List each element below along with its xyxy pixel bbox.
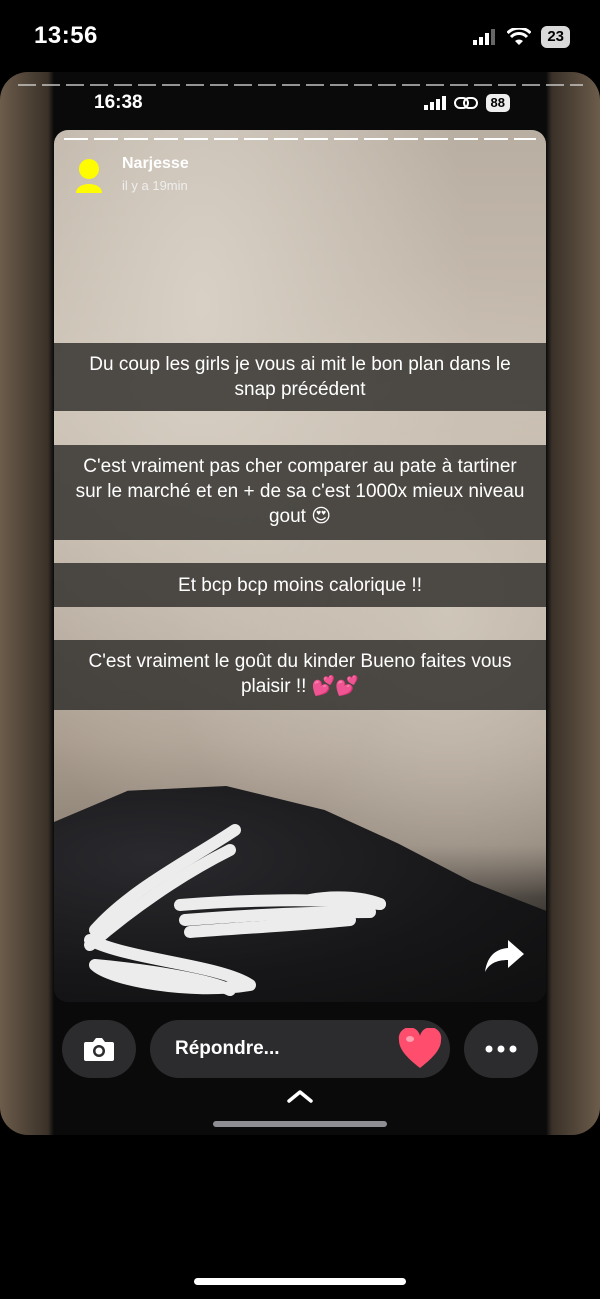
more-options-button[interactable] bbox=[464, 1020, 538, 1078]
caption-2: C'est vraiment pas cher comparer au pate… bbox=[54, 445, 546, 540]
signal-icon bbox=[423, 96, 446, 110]
link-icon bbox=[453, 97, 478, 109]
camera-button[interactable] bbox=[62, 1020, 136, 1078]
caption-1: Du coup les girls je vous ai mit le bon … bbox=[54, 343, 546, 411]
battery-icon: 88 bbox=[485, 94, 510, 112]
avatar-icon[interactable] bbox=[74, 157, 104, 193]
inner-status-time: 16:38 bbox=[94, 92, 143, 113]
caption-3: Et bcp bcp moins calorique !! bbox=[54, 563, 546, 607]
caption-4: C'est vraiment le goût du kinder Bueno f… bbox=[54, 640, 546, 710]
inner-status-icons: 88 bbox=[423, 94, 510, 112]
heart-icon[interactable] bbox=[398, 1028, 442, 1070]
share-arrow-icon[interactable] bbox=[482, 936, 526, 976]
story-progress-bar-outer bbox=[18, 84, 583, 86]
story-username[interactable]: Narjesse bbox=[122, 155, 189, 173]
signal-icon bbox=[473, 29, 496, 45]
chevron-up-icon[interactable] bbox=[286, 1088, 314, 1104]
inner-home-indicator bbox=[213, 1121, 387, 1127]
camera-icon bbox=[84, 1038, 114, 1061]
outer-status-time: 13:56 bbox=[34, 22, 98, 49]
home-indicator[interactable] bbox=[194, 1278, 406, 1285]
redaction-scribble bbox=[84, 824, 386, 996]
outer-status-icons: 23 bbox=[473, 26, 570, 48]
battery-icon: 23 bbox=[541, 26, 570, 48]
more-icon bbox=[485, 1045, 517, 1053]
snap-progress-bar bbox=[64, 138, 536, 140]
story-timestamp: il y a 19min bbox=[122, 178, 188, 193]
reply-placeholder: Répondre... bbox=[175, 1038, 280, 1059]
wifi-icon bbox=[507, 28, 532, 45]
